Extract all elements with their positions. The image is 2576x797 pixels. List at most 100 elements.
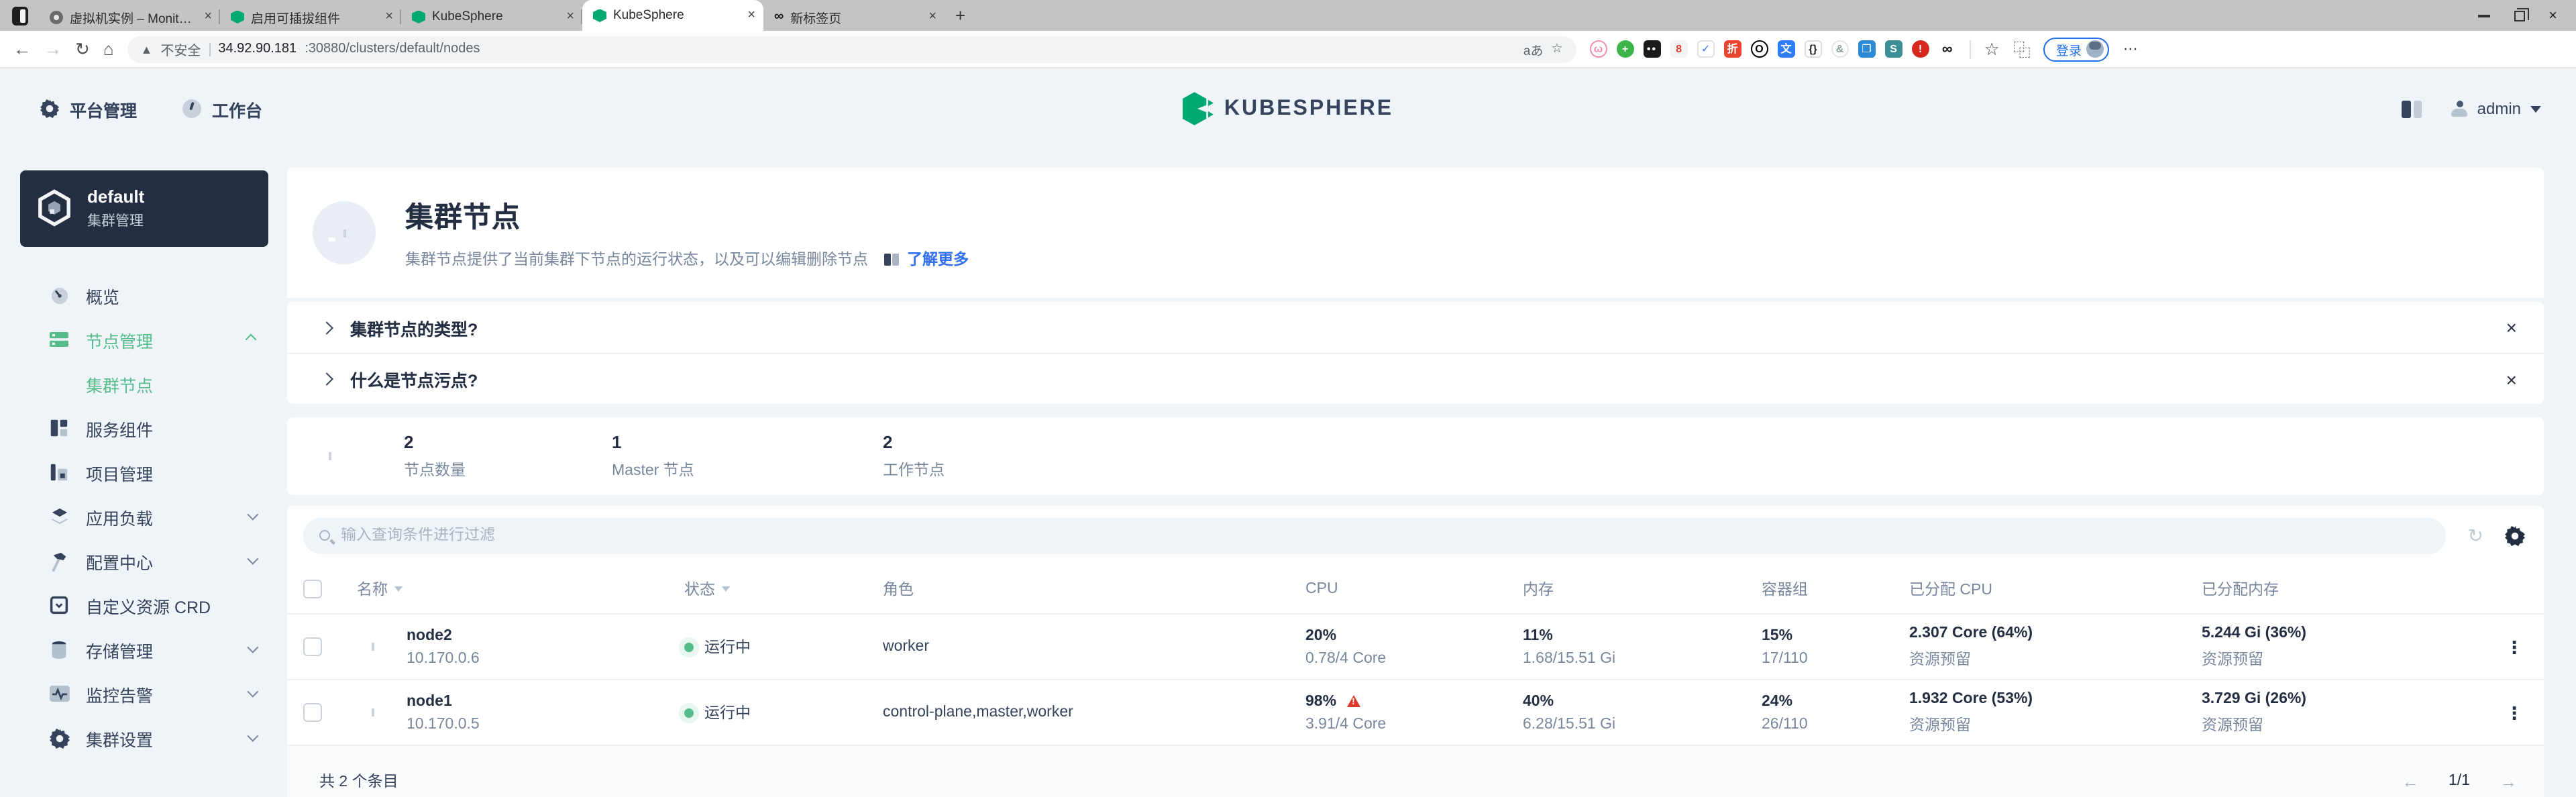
browser-workspaces-icon[interactable] bbox=[12, 7, 28, 25]
banner-node-types[interactable]: 集群节点的类型? × bbox=[287, 302, 2544, 353]
row-checkbox[interactable] bbox=[303, 703, 322, 722]
profile-avatar bbox=[2086, 40, 2104, 58]
collections-icon[interactable]: ⿻ bbox=[2013, 36, 2031, 62]
add-favorite-icon[interactable]: ☆ bbox=[1551, 42, 1562, 56]
braces-extension-icon[interactable]: {} bbox=[1804, 40, 1822, 58]
table-row-node2[interactable]: node2 10.170.0.6 运行中 worker 20% 0.78/4 C… bbox=[287, 615, 2544, 680]
platform-management-menu[interactable]: 平台管理 bbox=[40, 96, 137, 121]
search-input[interactable] bbox=[341, 527, 2430, 543]
next-page-icon[interactable]: → bbox=[2500, 771, 2517, 791]
sidebar-item-overview[interactable]: 概览 bbox=[20, 279, 287, 311]
black-o-extension-icon[interactable]: O bbox=[1750, 40, 1768, 58]
prev-page-icon[interactable]: ← bbox=[2402, 771, 2419, 791]
platform-management-label: 平台管理 bbox=[70, 101, 138, 120]
tab-close-icon[interactable]: × bbox=[204, 9, 212, 23]
search-bar[interactable] bbox=[303, 517, 2447, 553]
minimize-icon[interactable] bbox=[2477, 15, 2490, 17]
chevron-right-icon bbox=[320, 372, 333, 386]
user-avatar-icon bbox=[2451, 101, 2468, 117]
window-close-icon[interactable]: × bbox=[2548, 9, 2557, 23]
blue-doc-extension-icon[interactable]: ❐ bbox=[1858, 40, 1876, 58]
coupon-extension-icon[interactable]: 折 bbox=[1723, 40, 1741, 58]
pods-cell: 24% 26/110 bbox=[1762, 693, 1808, 732]
console-panel-icon[interactable] bbox=[2402, 100, 2422, 117]
browser-signin-button[interactable]: 登录 bbox=[2043, 37, 2110, 61]
sidebar-item-monitoring-alerting[interactable]: 监控告警 bbox=[20, 678, 287, 710]
sidebar-item-project-management[interactable]: 项目管理 bbox=[20, 456, 287, 488]
cpu-cell: 20% 0.78/4 Core bbox=[1305, 627, 1387, 666]
sidebar-item-service-components[interactable]: 服务组件 bbox=[20, 412, 287, 444]
s-extension-icon[interactable]: S bbox=[1884, 40, 1902, 58]
restore-icon[interactable] bbox=[2514, 8, 2530, 21]
column-pods: 容器组 bbox=[1762, 582, 1808, 598]
workbench-menu[interactable]: 工作台 bbox=[182, 96, 262, 121]
sidebar-item-custom-resource-crd[interactable]: 自定义资源 CRD bbox=[20, 589, 287, 621]
row-actions-icon[interactable]: ⋮ bbox=[2485, 638, 2544, 655]
cat-extension-icon[interactable]: ω bbox=[1589, 40, 1607, 58]
tab-close-icon[interactable]: × bbox=[928, 9, 936, 23]
learn-more-link[interactable]: 了解更多 bbox=[907, 248, 969, 270]
chevron-down-icon bbox=[2530, 105, 2541, 112]
sidebar-item-node-management[interactable]: 节点管理 bbox=[20, 323, 287, 356]
tab-close-icon[interactable]: × bbox=[566, 9, 574, 23]
sidebar-menu: 概览 节点管理 集群节点 服务组件 项目管理 应用负载 配置中心 自定义资源 C… bbox=[20, 279, 287, 754]
docs-book-icon bbox=[884, 253, 899, 265]
nodes-icon bbox=[48, 329, 70, 350]
translate-page-icon[interactable]: aあ bbox=[1523, 40, 1544, 58]
sidebar-item-storage-management[interactable]: 存储管理 bbox=[20, 633, 287, 666]
infinity-extension-icon[interactable]: ∞ bbox=[1939, 40, 1956, 58]
sort-caret-icon bbox=[394, 586, 402, 592]
tab-close-icon[interactable]: × bbox=[385, 9, 393, 23]
browser-tab-5[interactable]: ∞ 新标签页 × bbox=[763, 3, 945, 31]
close-icon[interactable]: × bbox=[2506, 317, 2517, 338]
browser-tab-active[interactable]: KubeSphere × bbox=[582, 0, 763, 31]
gauge-icon bbox=[48, 284, 70, 306]
address-bar[interactable]: ▲ 不安全 34.92.90.181 :30880/clusters/defau… bbox=[127, 36, 1576, 62]
column-settings-icon[interactable] bbox=[2505, 525, 2525, 545]
translate-extension-icon[interactable]: 文 bbox=[1777, 40, 1795, 58]
browser-tab-2[interactable]: 启用可插拔组件 × bbox=[220, 3, 401, 31]
logo-text: KUBESPHERE bbox=[1224, 97, 1394, 119]
home-icon[interactable]: ⌂ bbox=[103, 39, 114, 59]
red-figure-extension-icon[interactable]: 8 bbox=[1670, 40, 1688, 58]
banner-node-taints[interactable]: 什么是节点污点? × bbox=[287, 353, 2544, 404]
table-row-node1[interactable]: node1 10.170.0.5 运行中 control-plane,maste… bbox=[287, 680, 2544, 746]
sidebar-item-cluster-settings[interactable]: 集群设置 bbox=[20, 722, 287, 754]
refresh-icon[interactable]: ↻ bbox=[75, 38, 90, 60]
user-menu[interactable]: admin bbox=[2451, 99, 2541, 118]
green-plus-extension-icon[interactable]: + bbox=[1616, 40, 1634, 58]
browser-tab-1[interactable]: 虚拟机实例 – Monitoring – kube × bbox=[39, 3, 220, 31]
sidebar: default 集群管理 概览 节点管理 集群节点 服务组件 项目管理 应用负载… bbox=[0, 149, 287, 797]
node-name-link[interactable]: node2 bbox=[407, 627, 480, 643]
node-name-link[interactable]: node1 bbox=[407, 693, 480, 709]
figure-outline-extension-icon[interactable]: & bbox=[1831, 40, 1849, 58]
cluster-selector[interactable]: default 集群管理 bbox=[20, 170, 268, 247]
browser-menu-icon[interactable]: ⋯ bbox=[2123, 40, 2139, 58]
row-actions-icon[interactable]: ⋮ bbox=[2485, 704, 2544, 721]
column-allocated-memory: 已分配内存 bbox=[2202, 582, 2279, 598]
allocated-memory-cell: 5.244 Gi (36%) 资源预留 bbox=[2202, 625, 2306, 668]
sidebar-item-app-workloads[interactable]: 应用负载 bbox=[20, 500, 287, 533]
close-icon[interactable]: × bbox=[2506, 368, 2517, 390]
column-name[interactable]: 名称 bbox=[357, 578, 388, 600]
row-checkbox[interactable] bbox=[303, 637, 322, 656]
monitoring-icon bbox=[48, 683, 70, 704]
new-tab-button[interactable]: + bbox=[955, 5, 965, 25]
tab-close-icon[interactable]: × bbox=[747, 8, 755, 22]
tampermonkey-extension-icon[interactable]: •• bbox=[1643, 40, 1661, 58]
table-header-row: 名称 状态 角色 CPU 内存 容器组 已分配 CPU 已分配内存 bbox=[287, 565, 2544, 615]
blue-check-extension-icon[interactable]: ✓ bbox=[1697, 40, 1715, 58]
sidebar-item-cluster-nodes[interactable]: 集群节点 bbox=[20, 368, 287, 400]
url-host: 34.92.90.181 bbox=[218, 42, 297, 56]
sidebar-item-configuration-center[interactable]: 配置中心 bbox=[20, 545, 287, 577]
column-status[interactable]: 状态 bbox=[684, 578, 715, 600]
pods-cell: 15% 17/110 bbox=[1762, 627, 1808, 666]
red-hand-extension-icon[interactable]: ! bbox=[1911, 40, 1929, 58]
table-refresh-icon[interactable]: ↻ bbox=[2468, 526, 2483, 545]
browser-tab-3[interactable]: KubeSphere × bbox=[401, 3, 582, 31]
monitor-favicon-icon bbox=[50, 10, 63, 23]
select-all-checkbox[interactable] bbox=[303, 580, 322, 598]
kubesphere-logo[interactable]: KUBESPHERE bbox=[1182, 92, 1394, 125]
favorites-bar-icon[interactable]: ☆ bbox=[1984, 38, 2000, 60]
back-icon[interactable]: ← bbox=[13, 39, 31, 59]
